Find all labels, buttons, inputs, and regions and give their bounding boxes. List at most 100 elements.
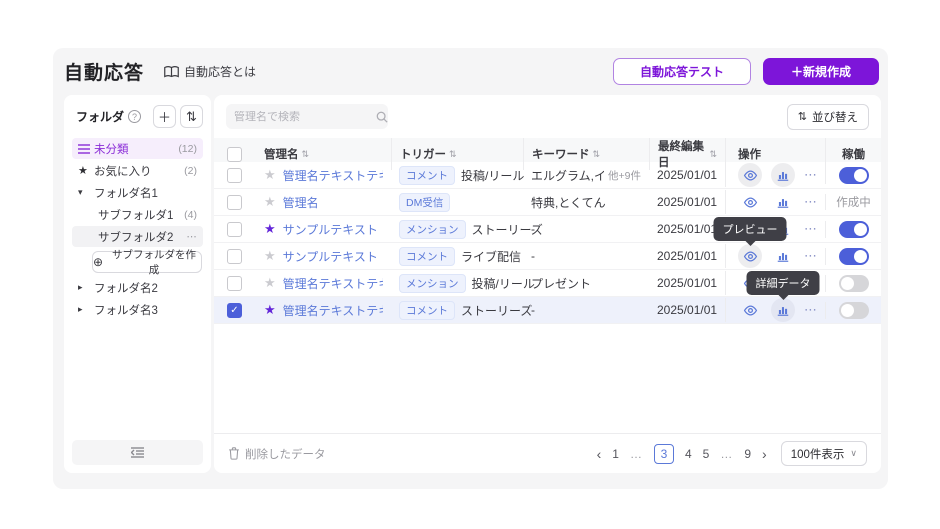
sidebar-item-label: フォルダ名1 [94,185,158,201]
row-more-menu[interactable]: ⋯ [804,194,818,210]
favorite-star-icon[interactable]: ★ [264,248,276,264]
analytics-chart-button[interactable] [771,190,795,214]
col-name[interactable]: 管理名 [264,146,299,162]
favorite-star-icon[interactable]: ★ [264,194,276,210]
ellipsis: … [630,447,643,461]
deleted-data-link[interactable]: 削除したデータ [228,446,326,462]
rule-name-link[interactable]: 管理名 [283,194,319,211]
plus-circle-icon: ⊕ [93,255,103,269]
row-checkbox[interactable] [227,195,242,210]
folder-panel-title: フォルダ [76,108,124,125]
rule-name-link[interactable]: 管理名テキストテキスト… [283,275,383,292]
trash-icon [228,447,240,460]
rule-name-link[interactable]: サンプルテキスト [283,221,378,238]
about-link[interactable]: 自動応答とは [164,63,256,80]
sidebar-item-folder2[interactable]: ▸ フォルダ名2 [72,277,203,298]
trigger-badge: メンション [399,274,466,293]
table-row[interactable]: ★サンプルテキスト コメントライブ配信 - 2025/01/01 プレビュー ⋯ [214,243,881,270]
sidebar-item-folder3[interactable]: ▸ フォルダ名3 [72,299,203,320]
col-last-edited[interactable]: 最終編集日 [658,138,706,170]
star-icon: ★ [78,164,94,177]
folder-sort-button[interactable]: ⇅ [180,105,203,128]
rule-name-link[interactable]: 管理名テキストテキスト… [283,167,383,184]
col-keyword[interactable]: キーワード [532,146,590,162]
chevron-down-icon: ∨ [850,448,857,459]
sidebar-item-folder1[interactable]: ▾ フォルダ名1 [72,182,203,203]
select-all-checkbox[interactable] [227,147,242,162]
favorite-star-icon[interactable]: ★ [264,221,276,237]
table-footer: 削除したデータ ‹ 1 … 3 4 5 … 9 › 100件表示 [214,433,881,473]
page-5[interactable]: 5 [703,447,710,461]
row-more-menu[interactable]: ⋯ [804,167,818,183]
keyword-text: - [531,303,535,317]
sidebar-item-subfolder2[interactable]: サブフォルダ2 ⋯ [72,226,203,247]
search-input[interactable] [234,111,376,123]
sidebar-item-label: サブフォルダ1 [98,207,173,223]
next-page-icon[interactable]: › [762,447,767,461]
last-edited-date: 2025/01/01 [657,249,717,263]
preview-eye-button[interactable] [738,163,762,187]
caret-right-icon[interactable]: ▸ [78,282,94,293]
page-4[interactable]: 4 [685,447,692,461]
table-row[interactable]: ★管理名 DM受信 特典,とくてん 2025/01/01 ⋯ 作成中 [214,189,881,216]
sidebar-item-subfolder1[interactable]: サブフォルダ1 (4) [72,204,203,225]
row-more-menu[interactable]: ⋯ [804,248,818,264]
preview-eye-button[interactable] [738,298,762,322]
prev-page-icon[interactable]: ‹ [597,447,602,461]
active-toggle[interactable] [839,275,869,292]
page-size-select[interactable]: 100件表示 ∨ [781,441,867,466]
current-page[interactable]: 3 [654,444,674,464]
favorite-star-icon[interactable]: ★ [264,167,276,183]
row-more-menu[interactable]: ⋯ [804,221,818,237]
more-menu-icon[interactable]: ⋯ [187,231,198,243]
column-sort-icon[interactable]: ⇅ [449,149,457,160]
active-toggle[interactable] [839,167,869,184]
auto-reply-test-button[interactable]: 自動応答テスト [613,58,751,85]
row-more-menu[interactable]: ⋯ [804,302,818,318]
keyword-text: - [531,222,535,236]
trigger-badge: コメント [399,166,455,185]
create-subfolder-button[interactable]: ⊕ サブフォルダを作成 [92,251,202,273]
row-checkbox[interactable] [227,222,242,237]
preview-eye-button[interactable]: プレビュー [738,244,762,268]
help-icon[interactable]: ? [128,110,141,123]
preview-eye-button[interactable] [738,190,762,214]
rule-name-link[interactable]: 管理名テキストテキスト… [283,302,383,319]
active-toggle[interactable] [839,302,869,319]
search-icon [376,111,388,123]
active-toggle[interactable] [839,248,869,265]
sidebar-item-unclassified[interactable]: 未分類 (12) [72,138,203,159]
create-new-button[interactable]: ＋新規作成 [763,58,879,85]
sort-button[interactable]: ⇅ 並び替え [787,104,869,130]
favorite-star-icon[interactable]: ★ [264,275,276,291]
col-trigger[interactable]: トリガー [400,146,446,162]
rule-name-link[interactable]: サンプルテキスト [283,248,378,265]
column-sort-icon[interactable]: ⇅ [709,149,717,160]
table-row-selected[interactable]: ✓ ★管理名テキストテキスト… コメントストーリーズ - 2025/01/01 … [214,297,881,324]
analytics-chart-button[interactable] [771,244,795,268]
row-checkbox[interactable] [227,168,242,183]
row-checkbox[interactable]: ✓ [227,303,242,318]
keyword-extra: 他+9件 [608,168,641,183]
table-toolbar: ⇅ 並び替え [214,95,881,138]
row-checkbox[interactable] [227,249,242,264]
page-9[interactable]: 9 [744,447,751,461]
collapse-sidebar-button[interactable] [72,440,203,465]
analytics-chart-button[interactable] [771,163,795,187]
column-sort-icon[interactable]: ⇅ [302,149,310,160]
page-1[interactable]: 1 [612,447,619,461]
last-edited-date: 2025/01/01 [657,222,717,236]
active-toggle[interactable] [839,221,869,238]
column-sort-icon[interactable]: ⇅ [593,149,601,160]
add-folder-button[interactable]: ＋ [153,105,176,128]
table-row[interactable]: ★管理名テキストテキスト… コメント投稿/リール エルグラム,インス…他+9件 … [214,162,881,189]
deleted-data-label: 削除したデータ [245,446,326,462]
row-checkbox[interactable] [227,276,242,291]
caret-right-icon[interactable]: ▸ [78,304,94,315]
trigger-badge: DM受信 [399,193,450,212]
caret-down-icon[interactable]: ▾ [78,187,94,198]
sidebar-item-favorites[interactable]: ★ お気に入り (2) [72,160,203,181]
favorite-star-icon[interactable]: ★ [264,302,276,318]
analytics-chart-button[interactable]: 詳細データ [771,298,795,322]
main-panel: ⇅ 並び替え 管理名⇅ トリガー⇅ キーワード⇅ 最終編集日⇅ 操作 稼働 [214,95,881,473]
